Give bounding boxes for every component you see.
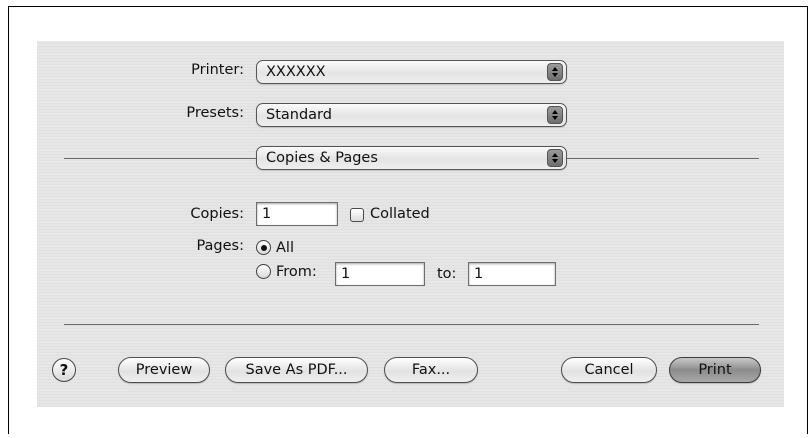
pages-all-radio[interactable] [256,240,271,255]
popup-arrows-icon [547,63,563,81]
popup-arrows-icon [547,106,563,124]
help-glyph: ? [59,361,69,379]
pages-from-label: From: [276,264,317,280]
collated-checkbox[interactable] [350,208,364,222]
presets-popup[interactable]: Standard [256,103,567,127]
presets-value: Standard [266,107,332,123]
fax-button[interactable]: Fax... [384,357,478,383]
pages-all-label: All [276,240,294,256]
save-as-pdf-button[interactable]: Save As PDF... [225,357,368,383]
pages-to-field[interactable]: 1 [468,262,556,286]
printer-value: XXXXXX [266,64,326,80]
print-dialog [37,41,784,407]
panel-value: Copies & Pages [266,150,378,166]
separator-line-right [567,158,759,159]
collated-label: Collated [370,206,430,222]
popup-arrows-icon [547,149,563,167]
preview-button[interactable]: Preview [118,357,210,383]
pages-to-label: to: [437,266,457,282]
pages-from-field[interactable]: 1 [335,262,425,286]
copies-label: Copies: [190,206,244,222]
printer-popup[interactable]: XXXXXX [256,60,567,84]
panel-popup[interactable]: Copies & Pages [256,146,567,170]
presets-label: Presets: [186,105,244,121]
pages-label: Pages: [196,238,244,254]
cancel-button[interactable]: Cancel [561,357,657,383]
pages-from-radio[interactable] [256,264,271,279]
print-button[interactable]: Print [669,357,761,383]
separator-line-left [64,158,256,159]
printer-label: Printer: [191,62,244,78]
help-icon[interactable]: ? [52,358,76,382]
separator-line-bottom [64,324,759,325]
copies-field[interactable]: 1 [256,202,338,226]
